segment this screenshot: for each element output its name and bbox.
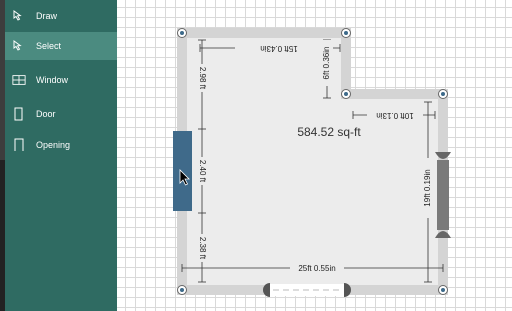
svg-text:2.38 ft: 2.38 ft (198, 237, 207, 260)
svg-text:15ft 0.43in: 15ft 0.43in (260, 44, 297, 53)
dim-left-lower-label: 2.38 ft (197, 234, 208, 262)
dim-left-upper-label: 2.98 ft (197, 64, 208, 92)
dim-notch-horizontal-label: 10ft 0.13in (367, 109, 423, 120)
svg-text:2.40 ft: 2.40 ft (198, 160, 207, 183)
svg-text:6ft 0.36in: 6ft 0.36in (322, 47, 331, 80)
corner-handle[interactable] (177, 28, 187, 38)
room-area-label: 584.52 sq-ft (297, 125, 361, 139)
sidebar-item-label: Opening (36, 140, 71, 150)
dim-notch-vertical-label: 6ft 0.36in (322, 40, 333, 86)
cursor-icon (12, 39, 26, 53)
corner-handle[interactable] (341, 89, 351, 99)
door-icon (12, 107, 26, 121)
svg-text:2.98 ft: 2.98 ft (198, 67, 207, 90)
sidebar-item-label: Door (36, 109, 56, 119)
right-window (437, 160, 449, 230)
dim-left-window-label: 2.40 ft (197, 157, 208, 185)
svg-text:19ft 0.19in: 19ft 0.19in (423, 169, 432, 206)
corner-handle[interactable] (438, 89, 448, 99)
pencil-icon (12, 9, 26, 23)
corner-handle[interactable] (177, 285, 187, 295)
sidebar-item-draw[interactable]: Draw (5, 2, 117, 30)
dim-bottom-label: 25ft 0.55in (290, 263, 344, 274)
corner-handle[interactable] (341, 28, 351, 38)
left-window-selected (173, 131, 192, 211)
sidebar-item-select[interactable]: Select (5, 32, 117, 60)
svg-text:10ft 0.13in: 10ft 0.13in (376, 111, 413, 120)
tool-sidebar: Draw Select Window Door Opening (0, 0, 117, 311)
sidebar-item-window[interactable]: Window (5, 66, 117, 94)
floorplan-canvas[interactable]: 15ft 0.43in 6ft 0.36in 10ft 0.13in 19ft … (117, 0, 512, 311)
sidebar-item-label: Draw (36, 11, 58, 21)
svg-text:25ft 0.55in: 25ft 0.55in (298, 264, 335, 273)
corner-handle[interactable] (438, 285, 448, 295)
opening-icon (12, 138, 26, 152)
sidebar-item-opening[interactable]: Opening (5, 131, 117, 159)
sidebar-item-label: Select (36, 41, 62, 51)
dim-right-label: 19ft 0.19in (422, 158, 434, 218)
room-floor (182, 33, 443, 290)
dim-top-label: 15ft 0.43in (235, 43, 323, 54)
floorplan-drawing: 15ft 0.43in 6ft 0.36in 10ft 0.13in 19ft … (173, 28, 451, 297)
window-icon (12, 73, 26, 87)
sidebar-item-label: Window (36, 75, 69, 85)
sidebar-edge-lower (0, 160, 5, 311)
sidebar-item-door[interactable]: Door (5, 100, 117, 128)
